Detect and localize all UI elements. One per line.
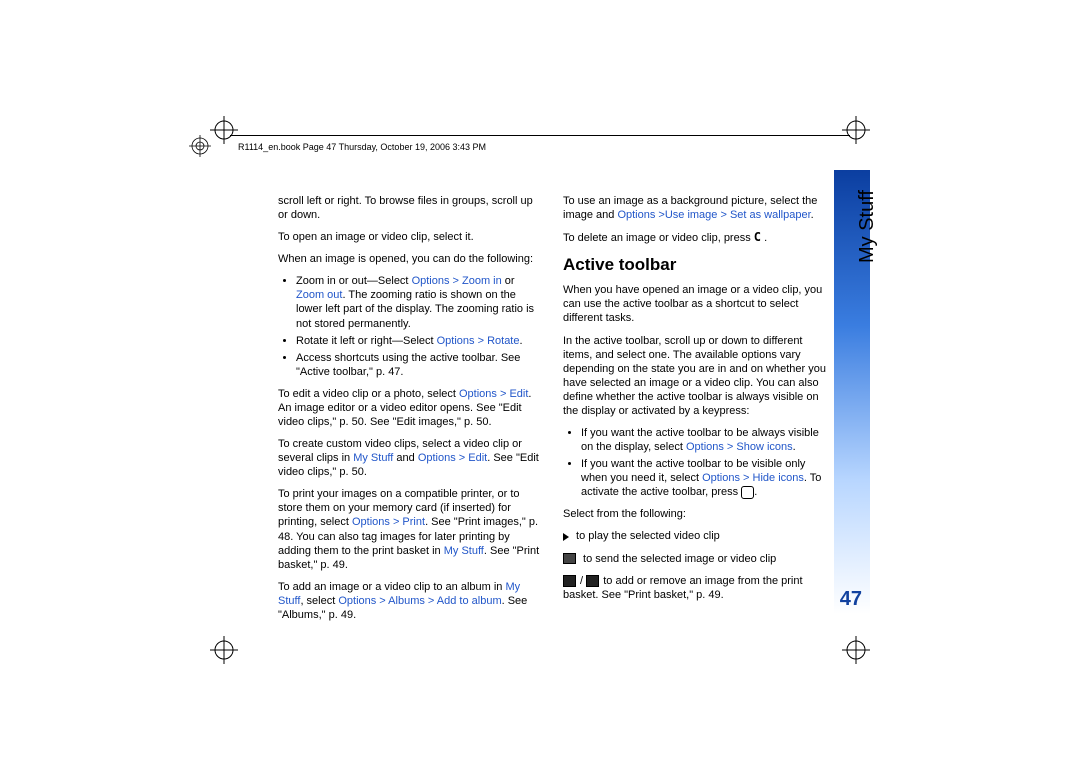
section-title-vertical: My Stuff (856, 190, 879, 263)
manual-page: R1114_en.book Page 47 Thursday, October … (0, 0, 1080, 763)
play-icon (563, 533, 569, 541)
menu-path-link: Options > Edit (459, 388, 528, 400)
bullet-list: Zoom in or out—Select Options > Zoom in … (278, 274, 543, 379)
right-column: To use an image as a background picture,… (563, 194, 828, 630)
paragraph: In the active toolbar, scroll up or down… (563, 334, 828, 418)
icon-option: to send the selected image or video clip (563, 552, 828, 566)
paragraph: To create custom video clips, select a v… (278, 437, 543, 479)
crop-mark-icon (210, 636, 238, 664)
menu-path-link: Options > Edit (418, 452, 487, 464)
list-item: If you want the active toolbar to be alw… (581, 426, 828, 454)
header-rule (230, 135, 850, 136)
paragraph: To edit a video clip or a photo, select … (278, 387, 543, 429)
list-item: Zoom in or out—Select Options > Zoom in … (296, 274, 543, 330)
menu-path-link: Options > Show icons (686, 441, 793, 453)
list-item: Access shortcuts using the active toolba… (296, 351, 543, 379)
menu-path-link: Options > Albums > Add to album (338, 595, 501, 607)
paragraph: To use an image as a background picture,… (563, 194, 828, 222)
menu-path-link: Options >Use image > Set as wallpaper (617, 209, 810, 221)
icon-option: to play the selected video clip (563, 529, 828, 543)
paragraph: To print your images on a compatible pri… (278, 487, 543, 571)
scroll-key-icon (741, 486, 754, 499)
menu-path-link: Options > Zoom in (412, 275, 502, 287)
body-content: scroll left or right. To browse files in… (278, 194, 828, 630)
registration-mark-icon (189, 135, 211, 157)
crop-mark-icon (842, 636, 870, 664)
list-item: If you want the active toolbar to be vis… (581, 457, 828, 499)
paragraph: To delete an image or video clip, press … (563, 230, 828, 245)
bullet-list: If you want the active toolbar to be alw… (563, 426, 828, 499)
crop-mark-icon (842, 116, 870, 144)
menu-path-link: Options > Hide icons (702, 472, 804, 484)
paragraph: When you have opened an image or a video… (563, 283, 828, 325)
icon-option: / to add or remove an image from the pri… (563, 574, 828, 602)
section-heading: Active toolbar (563, 254, 828, 276)
left-column: scroll left or right. To browse files in… (278, 194, 543, 630)
clear-key-icon: C (754, 230, 761, 245)
paragraph: Select from the following: (563, 507, 828, 521)
paragraph: To open an image or video clip, select i… (278, 230, 543, 244)
menu-path-link: My Stuff (444, 545, 484, 557)
page-header-text: R1114_en.book Page 47 Thursday, October … (238, 142, 486, 152)
menu-path-link: My Stuff (353, 452, 393, 464)
menu-path-link: Options > Print (352, 516, 425, 528)
paragraph: To add an image or a video clip to an al… (278, 580, 543, 622)
menu-path-link: Options > Rotate (437, 335, 520, 347)
paragraph: scroll left or right. To browse files in… (278, 194, 543, 222)
send-icon (563, 553, 576, 564)
menu-path-link: Zoom out (296, 289, 342, 301)
print-remove-icon (586, 575, 599, 587)
paragraph: When an image is opened, you can do the … (278, 252, 543, 266)
list-item: Rotate it left or right—Select Options >… (296, 334, 543, 348)
print-add-icon (563, 575, 576, 587)
page-number: 47 (840, 588, 862, 611)
crop-mark-icon (210, 116, 238, 144)
